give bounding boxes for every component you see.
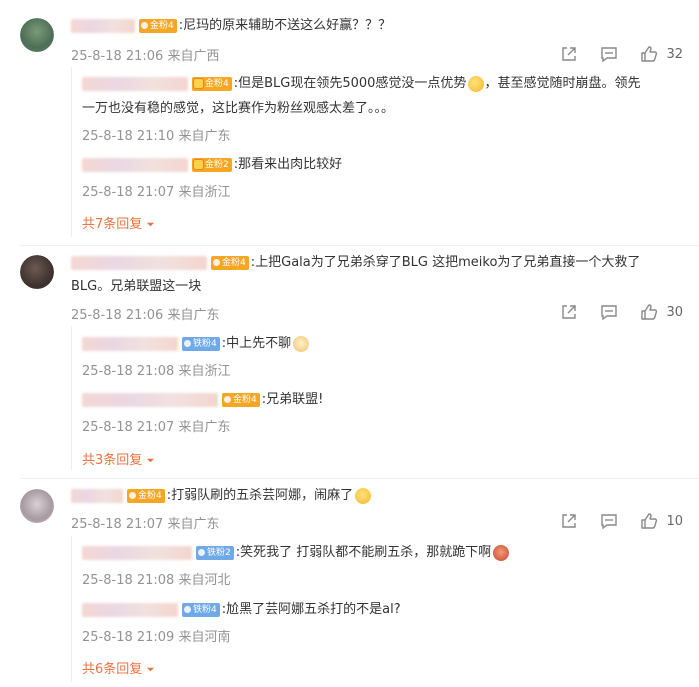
reply-time: 25-8-18 21:10 [82, 129, 175, 144]
like-count: 30 [666, 304, 683, 320]
fan-badge[interactable]: 金粉4 [127, 489, 165, 503]
username[interactable] [82, 337, 178, 351]
more-replies-link[interactable]: 共7条回复 [82, 213, 155, 232]
fan-badge[interactable]: 金粉4 [222, 393, 260, 407]
comment-icon[interactable] [600, 512, 618, 530]
reply-text: :尬黑了芸阿娜五杀打的不是al? [221, 602, 401, 617]
reply-time: 25-8-18 21:08 [82, 364, 175, 379]
comment-location: 来自广东 [167, 517, 220, 532]
avatar[interactable] [20, 489, 54, 523]
reply-list: 铁粉2:笑死我了 打弱队都不能刷五杀，那就跪下啊 25-8-18 21:08 来… [71, 536, 684, 682]
username[interactable] [82, 603, 178, 617]
chevron-down-icon [147, 667, 155, 672]
divider [20, 245, 699, 246]
chevron-down-icon [147, 222, 155, 227]
fan-badge[interactable]: 金粉2 [192, 158, 232, 172]
reply-location: 来自河南 [178, 630, 231, 645]
share-icon[interactable] [560, 512, 578, 530]
fan-badge[interactable]: 铁粉4 [182, 603, 220, 617]
doge-emoji-icon [293, 336, 310, 352]
avatar[interactable] [20, 18, 54, 52]
comment-text: :上把Gala为了兄弟杀穿了BLG 这把meiko为了兄弟直接一个大救了 [250, 255, 641, 270]
like-icon[interactable] [640, 45, 658, 63]
reply-text: :中上先不聊 [221, 336, 292, 351]
comment-location: 来自广东 [167, 308, 220, 323]
reply-text: 一万也没有稳的感觉，这比赛作为粉丝观感太差了。。。 [82, 101, 395, 116]
fan-badge[interactable]: 铁粉4 [182, 337, 220, 351]
reply-time: 25-8-18 21:07 [82, 420, 175, 435]
comment-icon[interactable] [600, 45, 618, 63]
reply-location: 来自广东 [178, 129, 231, 144]
comment-text: :尼玛的原来辅助不送这么好赢？？？ [178, 18, 392, 33]
more-replies-link[interactable]: 共3条回复 [82, 449, 155, 468]
fan-badge[interactable]: 金粉4 [139, 19, 177, 33]
reply-text: :兄弟联盟! [261, 392, 324, 407]
comment-text: :打弱队刷的五杀芸阿娜，闹麻了 [166, 488, 354, 503]
reply-text: :那看来出肉比较好 [233, 157, 343, 172]
username[interactable] [82, 158, 188, 172]
chevron-down-icon [147, 458, 155, 463]
reply-location: 来自浙江 [178, 364, 231, 379]
comment-text: BLG。兄弟联盟这一块 [71, 279, 202, 294]
like-count: 10 [666, 513, 683, 529]
reply-location: 来自浙江 [178, 185, 231, 200]
avatar[interactable] [20, 255, 54, 289]
username[interactable] [71, 256, 207, 270]
sweat-emoji-icon [468, 76, 485, 92]
divider [20, 478, 699, 479]
username[interactable] [71, 489, 123, 503]
reply-text: ，甚至感觉随时崩盘。领先 [484, 76, 641, 91]
fan-badge[interactable]: 金粉4 [211, 256, 249, 270]
like-count: 32 [666, 46, 683, 62]
username[interactable] [71, 19, 135, 33]
laugh-emoji-icon [355, 488, 372, 504]
comment-time: 25-8-18 21:06 [71, 49, 164, 64]
more-replies-link[interactable]: 共6条回复 [82, 658, 155, 677]
fan-badge[interactable]: 铁粉2 [196, 546, 234, 560]
reply-time: 25-8-18 21:08 [82, 573, 175, 588]
reply-text: :但是BLG现在领先5000感觉没一点优势 [233, 76, 467, 91]
comment-location: 来自广西 [167, 49, 220, 64]
reply-time: 25-8-18 21:07 [82, 185, 175, 200]
reply-location: 来自广东 [178, 420, 231, 435]
username[interactable] [82, 546, 192, 560]
comment-icon[interactable] [600, 303, 618, 321]
reply-time: 25-8-18 21:09 [82, 630, 175, 645]
reply-text: :笑死我了 打弱队都不能刷五杀，那就跪下啊 [235, 545, 492, 560]
kneel-emoji-icon [493, 545, 510, 561]
reply-list: 铁粉4:中上先不聊 25-8-18 21:08 来自浙江 金粉4:兄弟联盟! 2… [71, 326, 684, 470]
share-icon[interactable] [560, 45, 578, 63]
like-icon[interactable] [640, 512, 658, 530]
fan-badge[interactable]: 金粉4 [192, 77, 232, 91]
reply-list: 金粉4:但是BLG现在领先5000感觉没一点优势 ，甚至感觉随时崩盘。领先 一万也… [71, 67, 684, 237]
like-icon[interactable] [640, 303, 658, 321]
share-icon[interactable] [560, 303, 578, 321]
comment-time: 25-8-18 21:07 [71, 517, 164, 532]
username[interactable] [82, 393, 218, 407]
username[interactable] [82, 77, 188, 91]
comment-time: 25-8-18 21:06 [71, 308, 164, 323]
reply-location: 来自河北 [178, 573, 231, 588]
